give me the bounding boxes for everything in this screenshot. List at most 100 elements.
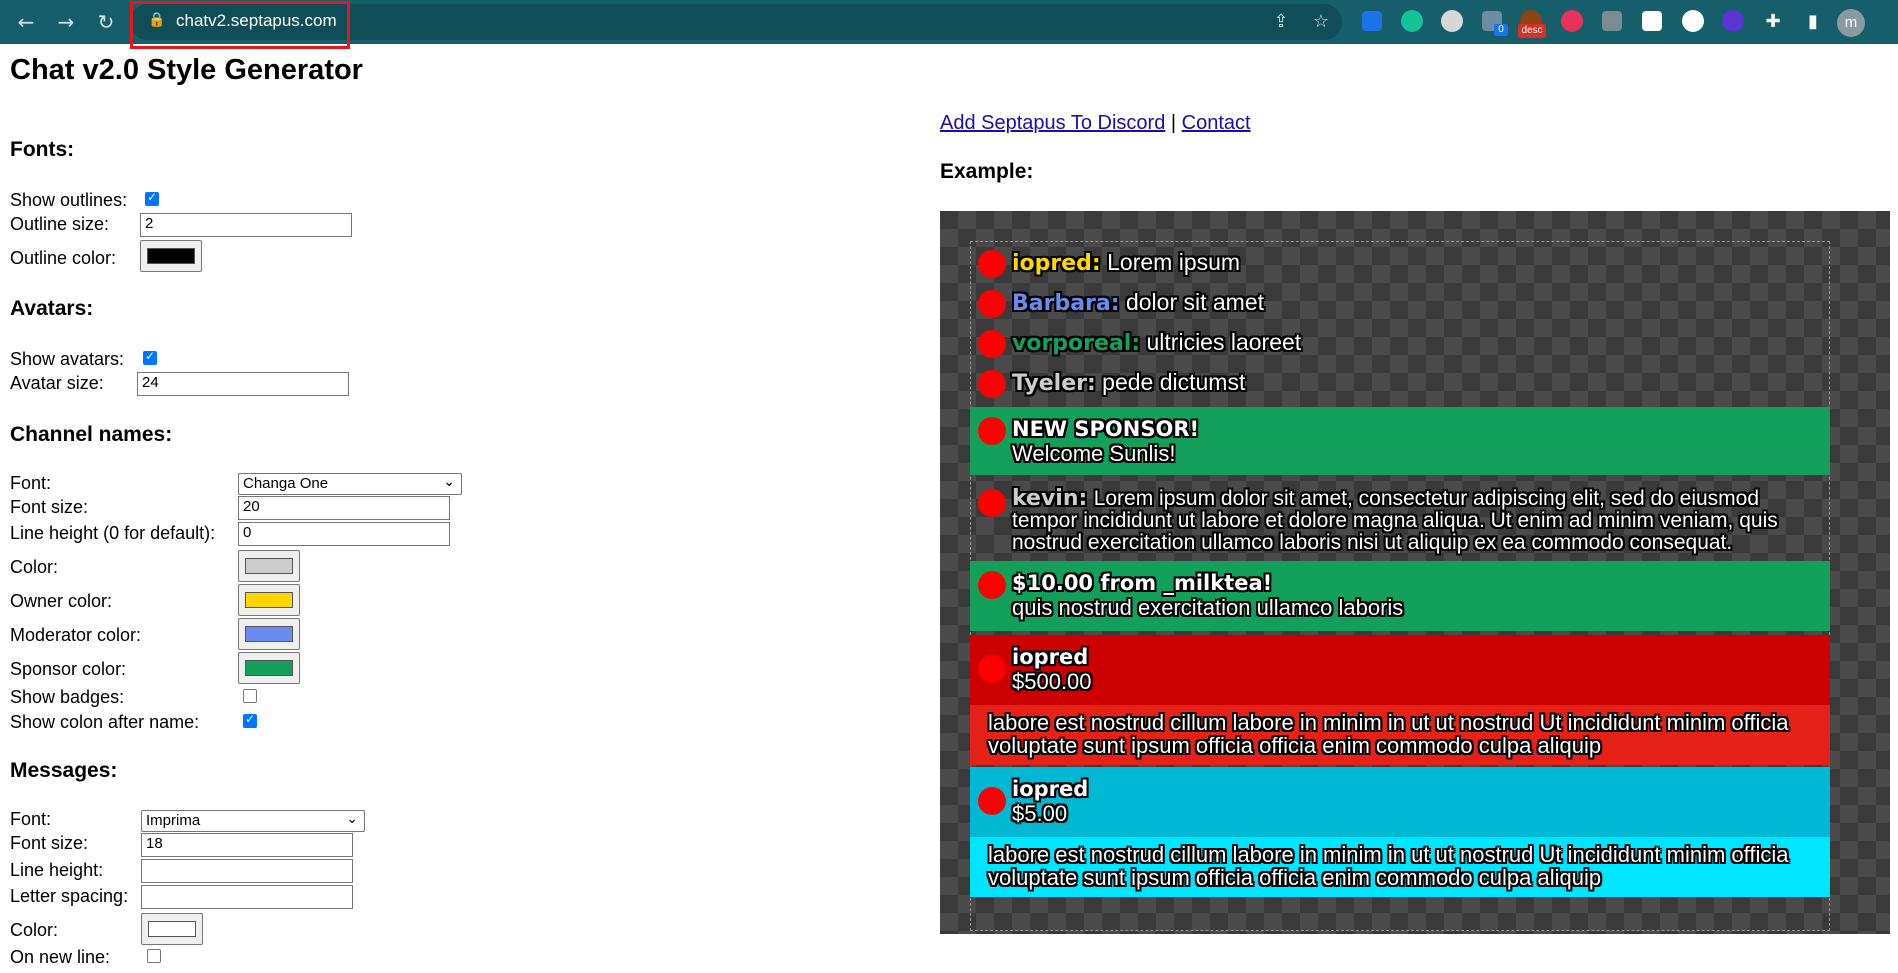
avatar-size-input[interactable]: 24 bbox=[137, 372, 349, 396]
share-icon[interactable]: ⇪ bbox=[1268, 9, 1294, 35]
channel-color-picker[interactable] bbox=[238, 550, 300, 582]
message-text: Lorem ipsum dolor sit amet, consectetur … bbox=[1012, 487, 1778, 554]
chat-line: Tyeler: pede dictumst bbox=[970, 367, 1830, 401]
chat-line-long: kevin: Lorem ipsum dolor sit amet, conse… bbox=[970, 485, 1830, 557]
outline-color-label: Outline color: bbox=[10, 248, 117, 268]
bookmark-star-icon[interactable]: ☆ bbox=[1308, 9, 1334, 35]
side-panel-icon[interactable]: ▮ bbox=[1800, 9, 1826, 35]
avatar bbox=[978, 370, 1006, 398]
show-badges-checkbox[interactable] bbox=[243, 689, 257, 703]
example-heading: Example: bbox=[940, 160, 1034, 183]
avatar bbox=[978, 330, 1006, 358]
avatar bbox=[978, 489, 1006, 517]
outline-color-picker[interactable] bbox=[140, 240, 202, 272]
message-line-height-label: Line height: bbox=[10, 860, 104, 880]
superchat-text: labore est nostrud cillum labore in mini… bbox=[988, 710, 1789, 758]
extension-sparkle-icon[interactable] bbox=[1722, 10, 1744, 32]
superchat-text: labore est nostrud cillum labore in mini… bbox=[988, 842, 1789, 890]
message-font-size-label: Font size: bbox=[10, 833, 89, 853]
extensions-puzzle-icon[interactable]: ✚ bbox=[1760, 9, 1786, 35]
donation-alert: $10.00 from _milktea! quis nostrud exerc… bbox=[970, 561, 1830, 631]
superchat-name: iopred bbox=[1012, 645, 1089, 669]
chat-line: iopred: Lorem ipsum bbox=[970, 247, 1830, 281]
extension-shield-icon[interactable] bbox=[1362, 11, 1382, 31]
avatar-size-label: Avatar size: bbox=[10, 373, 104, 393]
superchat-name: iopred bbox=[1012, 777, 1089, 801]
profile-avatar[interactable]: m bbox=[1837, 9, 1865, 37]
message-line-height-input[interactable] bbox=[141, 859, 353, 883]
channel-font-select[interactable]: Changa One ⌄ bbox=[238, 473, 462, 495]
superchat-amount: $5.00 bbox=[1012, 801, 1068, 826]
show-outlines-checkbox[interactable] bbox=[145, 190, 159, 206]
moderator-color-swatch bbox=[245, 626, 293, 642]
letter-spacing-input[interactable] bbox=[141, 885, 353, 909]
contact-link[interactable]: Contact bbox=[1182, 112, 1251, 134]
superchat-amount: $500.00 bbox=[1012, 669, 1092, 694]
message-color-picker[interactable] bbox=[141, 913, 203, 945]
outline-size-input[interactable]: 2 bbox=[140, 213, 352, 237]
channel-font-value: Changa One bbox=[243, 475, 329, 492]
on-new-line-checkbox[interactable] bbox=[147, 949, 161, 963]
chevron-down-icon: ⌄ bbox=[443, 474, 455, 490]
show-avatars-label: Show avatars: bbox=[10, 349, 125, 369]
avatars-heading: Avatars: bbox=[10, 297, 94, 320]
avatar bbox=[978, 571, 1006, 599]
message-color-swatch bbox=[148, 921, 196, 937]
message-text: dolor sit amet bbox=[1125, 289, 1265, 315]
sponsor-color-picker[interactable] bbox=[238, 652, 300, 684]
back-icon[interactable]: ← bbox=[12, 8, 40, 36]
sponsor-color-swatch bbox=[245, 660, 293, 676]
extension-stack-icon[interactable] bbox=[1561, 10, 1583, 32]
sponsor-alert-title: NEW SPONSOR! bbox=[1012, 417, 1200, 441]
owner-color-picker[interactable] bbox=[238, 584, 300, 616]
message-text: Lorem ipsum bbox=[1107, 249, 1241, 275]
reload-icon[interactable]: ↻ bbox=[92, 8, 120, 36]
donation-alert-title: $10.00 from _milktea! bbox=[1012, 571, 1273, 595]
avatar bbox=[978, 290, 1006, 318]
url-highlight-box bbox=[130, 1, 350, 49]
fonts-heading: Fonts: bbox=[10, 138, 75, 161]
extension-lines-icon[interactable] bbox=[1602, 11, 1622, 31]
grammarly-extension-icon[interactable] bbox=[1401, 10, 1423, 32]
superchat-body-red: labore est nostrud cillum labore in mini… bbox=[970, 705, 1830, 765]
avatar bbox=[978, 787, 1006, 815]
page-title: Chat v2.0 Style Generator bbox=[10, 54, 363, 86]
message-font-value: Imprima bbox=[146, 812, 201, 829]
on-new-line-label: On new line: bbox=[10, 947, 111, 967]
extension-face-icon[interactable] bbox=[1441, 10, 1463, 32]
channel-color-label: Color: bbox=[10, 557, 59, 577]
message-font-size-input[interactable]: 18 bbox=[141, 833, 353, 857]
superchat-body-cyan: labore est nostrud cillum labore in mini… bbox=[970, 837, 1830, 897]
extension-badge-count: 0 bbox=[1494, 24, 1508, 36]
show-badges-label: Show badges: bbox=[10, 687, 125, 707]
example-preview: iopred: Lorem ipsum Barbara: dolor sit a… bbox=[940, 211, 1890, 934]
forward-icon[interactable]: → bbox=[52, 8, 80, 36]
message-font-select[interactable]: Imprima ⌄ bbox=[141, 810, 365, 832]
channel-line-height-input[interactable]: 0 bbox=[238, 522, 450, 546]
avatar bbox=[978, 250, 1006, 278]
sponsor-alert: NEW SPONSOR! Welcome Sunlis! bbox=[970, 407, 1830, 475]
show-colon-checkbox[interactable] bbox=[243, 712, 257, 728]
add-to-discord-link[interactable]: Add Septapus To Discord bbox=[940, 112, 1165, 134]
message-font-label: Font: bbox=[10, 809, 52, 829]
username: kevin: bbox=[1012, 486, 1088, 511]
chevron-down-icon: ⌄ bbox=[346, 811, 358, 827]
extension-w-icon[interactable] bbox=[1682, 10, 1704, 32]
message-color-label: Color: bbox=[10, 920, 59, 940]
extension-badge-desc: desc bbox=[1518, 24, 1546, 38]
sponsor-alert-text: Welcome Sunlis! bbox=[1012, 441, 1176, 466]
channel-font-size-label: Font size: bbox=[10, 497, 89, 517]
avatar bbox=[978, 417, 1006, 445]
owner-color-label: Owner color: bbox=[10, 591, 113, 611]
show-colon-label: Show colon after name: bbox=[10, 712, 200, 732]
messages-heading: Messages: bbox=[10, 759, 118, 782]
message-text: pede dictumst bbox=[1102, 369, 1246, 395]
channel-font-size-input[interactable]: 20 bbox=[238, 496, 450, 520]
extension-gem-icon[interactable] bbox=[1642, 11, 1662, 31]
outline-size-label: Outline size: bbox=[10, 214, 110, 234]
outline-color-swatch bbox=[147, 248, 195, 264]
moderator-color-picker[interactable] bbox=[238, 618, 300, 650]
show-avatars-checkbox[interactable] bbox=[143, 349, 157, 365]
moderator-color-label: Moderator color: bbox=[10, 625, 142, 645]
avatar bbox=[978, 655, 1006, 683]
